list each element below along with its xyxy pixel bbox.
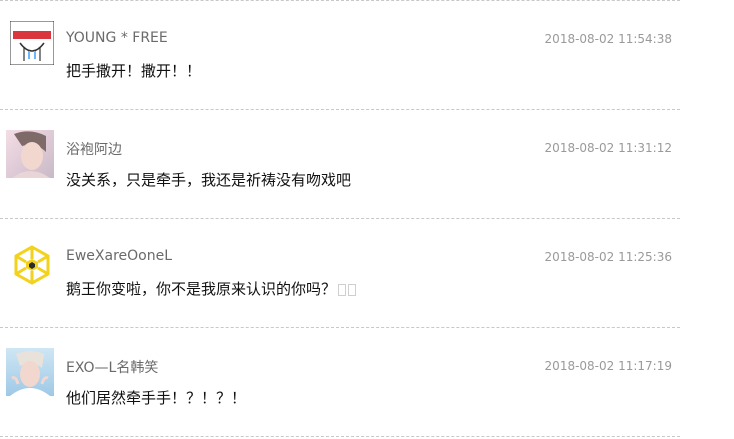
username[interactable]: YOUNG * FREE: [66, 30, 168, 46]
comment-list: YOUNG * FREE 2018-08-02 11:54:38 把手撒开！撒开…: [0, 0, 680, 439]
person-photo-icon: [6, 130, 54, 178]
comment-item: EXO—L名韩笑 2018-08-02 11:17:19 他们居然牵手手！？！？…: [0, 328, 680, 436]
username[interactable]: EweXareOoneL: [66, 248, 172, 264]
comment-text: 他们居然牵手手！？！？！: [66, 389, 247, 407]
divider: [0, 436, 680, 437]
timestamp: 2018-08-02 11:25:36: [544, 250, 672, 264]
username[interactable]: 浴袍阿边: [66, 139, 122, 159]
emoji-placeholder-icon: [348, 283, 357, 296]
avatar[interactable]: [8, 241, 56, 289]
username[interactable]: EXO—L名韩笑: [66, 357, 158, 377]
timestamp: 2018-08-02 11:17:19: [544, 359, 672, 373]
comment-text-main: 鹅王你变啦，你不是我原来认识的你吗？: [66, 280, 337, 298]
comment-text: 没关系，只是牵手，我还是祈祷没有吻戏吧: [66, 171, 352, 189]
comment-item: EweXareOoneL 2018-08-02 11:25:36 鹅王你变啦，你…: [0, 219, 680, 327]
avatar[interactable]: [6, 348, 54, 396]
person-photo-icon: [6, 348, 54, 396]
comment-item: 浴袍阿边 2018-08-02 11:31:12 没关系，只是牵手，我还是祈祷没…: [0, 110, 680, 218]
yellow-hexagon-logo-icon: [8, 241, 56, 289]
avatar[interactable]: [6, 130, 54, 178]
red-banner-face-icon: [10, 21, 54, 65]
emoji-placeholder-icon: [338, 283, 347, 296]
comment-item: YOUNG * FREE 2018-08-02 11:54:38 把手撒开！撒开…: [0, 1, 680, 109]
timestamp: 2018-08-02 11:31:12: [544, 141, 672, 155]
timestamp: 2018-08-02 11:54:38: [544, 32, 672, 46]
avatar[interactable]: [10, 21, 54, 65]
comment-text: 鹅王你变啦，你不是我原来认识的你吗？: [66, 278, 357, 299]
comment-text: 把手撒开！撒开！！: [66, 62, 202, 80]
